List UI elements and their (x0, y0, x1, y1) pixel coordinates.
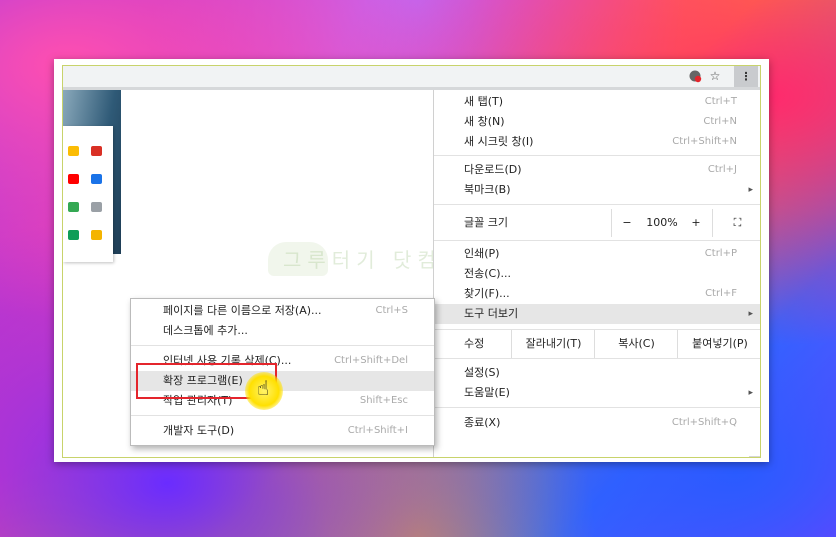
watermark-text: 그루터기 닷컴 (283, 248, 442, 272)
menu-item-new-window[interactable]: 새 창(N) Ctrl+N (434, 112, 760, 132)
browser-window: ☆ ⋮ 그루터기 닷컴 새 탭(T) Ctrl+T 새 창(N) Ctrl+N 새 … (62, 65, 761, 458)
menu-shortcut: Shift+Esc (359, 395, 408, 406)
zoom-level: 100% (646, 216, 678, 229)
menu-item-more-tools[interactable]: 도구 더보기 ▸ (434, 304, 760, 324)
zoom-out-button[interactable]: − (611, 209, 642, 237)
menu-shortcut: Ctrl+N (703, 116, 737, 127)
menu-label: 새 시크릿 창(I) (464, 135, 534, 148)
menu-divider (131, 345, 434, 346)
menu-label: 새 탭(T) (464, 95, 504, 108)
edit-row: 수정 잘라내기(T) 복사(C) 붙여넣기(P) (434, 329, 760, 359)
menu-label: 북마크(B) (464, 183, 511, 196)
paste-button[interactable]: 붙여넣기(P) (677, 330, 760, 358)
submenu-item-add-desktop[interactable]: 데스크톱에 추가... (131, 321, 434, 341)
star-icon[interactable]: ☆ (708, 69, 722, 83)
menu-label: 다운로드(D) (464, 163, 522, 176)
copy-button[interactable]: 복사(C) (594, 330, 678, 358)
menu-item-print[interactable]: 인쇄(P) Ctrl+P (434, 244, 760, 264)
menu-label: 종료(X) (464, 416, 501, 429)
drive-icon[interactable] (68, 146, 79, 156)
menu-shortcut: Ctrl+Shift+I (347, 425, 408, 436)
menu-item-new-tab[interactable]: 새 탭(T) Ctrl+T (434, 92, 760, 112)
menu-label: 전송(C)... (464, 267, 511, 280)
menu-item-exit[interactable]: 종료(X) Ctrl+Shift+Q (434, 413, 760, 433)
menu-shortcut: Ctrl+Shift+Q (671, 417, 737, 428)
keep-icon[interactable] (91, 202, 102, 212)
wallet-icon[interactable] (68, 202, 79, 212)
menu-label: 새 창(N) (464, 115, 505, 128)
menu-item-find[interactable]: 찾기(F)... Ctrl+F (434, 284, 760, 304)
chevron-right-icon: ▸ (748, 185, 753, 195)
menu-divider (434, 240, 760, 241)
menu-label: 도구 더보기 (464, 307, 519, 320)
menu-label: 개발자 도구(D) (163, 424, 235, 437)
menu-item-cast[interactable]: 전송(C)... (434, 264, 760, 284)
menu-shortcut: Ctrl+Shift+N (672, 136, 737, 147)
menu-label: 찾기(F)... (464, 287, 510, 300)
scrollbar[interactable] (749, 456, 760, 457)
chevron-right-icon: ▸ (748, 388, 753, 398)
menu-item-settings[interactable]: 설정(S) (434, 363, 760, 383)
menu-shortcut: Ctrl+P (704, 248, 737, 259)
menu-divider (434, 155, 760, 156)
zoom-in-button[interactable]: + (683, 209, 709, 237)
menu-item-help[interactable]: 도움말(E) ▸ (434, 383, 760, 403)
menu-item-downloads[interactable]: 다운로드(D) Ctrl+J (434, 160, 760, 180)
menu-shortcut: Ctrl+S (375, 305, 408, 316)
zoom-row: 글꼴 크기 − 100% + ⛶ (434, 209, 760, 237)
submenu-item-dev-tools[interactable]: 개발자 도구(D) Ctrl+Shift+I (131, 421, 434, 441)
menu-divider (131, 415, 434, 416)
edit-label: 수정 (464, 337, 485, 350)
youtube-icon[interactable] (68, 174, 79, 184)
sheets-icon[interactable] (68, 230, 79, 240)
apps-panel (63, 126, 113, 262)
menu-divider (434, 204, 760, 205)
menu-label: 페이지를 다른 이름으로 저장(A)... (163, 304, 322, 317)
zoom-label: 글꼴 크기 (464, 216, 508, 229)
browser-toolbar: ☆ ⋮ (63, 66, 760, 90)
menu-item-bookmarks[interactable]: 북마크(B) ▸ (434, 180, 760, 200)
extension-icon[interactable] (688, 69, 702, 83)
submenu-item-save-page[interactable]: 페이지를 다른 이름으로 저장(A)... Ctrl+S (131, 301, 434, 321)
chrome-main-menu: 새 탭(T) Ctrl+T 새 창(N) Ctrl+N 새 시크릿 창(I) Ctrl… (433, 90, 760, 457)
menu-item-new-incognito[interactable]: 새 시크릿 창(I) Ctrl+Shift+N (434, 132, 760, 152)
menu-label: 인쇄(P) (464, 247, 500, 260)
slides-icon[interactable] (91, 230, 102, 240)
menu-divider (434, 407, 760, 408)
menu-label: 설정(S) (464, 366, 500, 379)
hand-cursor-icon: ☝ (257, 376, 270, 400)
calendar-icon[interactable] (91, 174, 102, 184)
menu-shortcut: Ctrl+Shift+Del (334, 355, 408, 366)
chrome-menu-icon[interactable]: ⋮ (734, 66, 758, 87)
gmail-icon[interactable] (91, 146, 102, 156)
cut-button[interactable]: 잘라내기(T) (511, 330, 595, 358)
menu-label: 데스크톱에 추가... (163, 324, 248, 337)
chevron-right-icon: ▸ (748, 309, 753, 319)
menu-label: 도움말(E) (464, 386, 510, 399)
menu-shortcut: Ctrl+T (704, 96, 737, 107)
menu-shortcut: Ctrl+J (707, 164, 737, 175)
menu-shortcut: Ctrl+F (705, 288, 737, 299)
fullscreen-icon[interactable]: ⛶ (712, 209, 760, 237)
screenshot-frame: ☆ ⋮ 그루터기 닷컴 새 탭(T) Ctrl+T 새 창(N) Ctrl+N 새 … (54, 59, 769, 462)
